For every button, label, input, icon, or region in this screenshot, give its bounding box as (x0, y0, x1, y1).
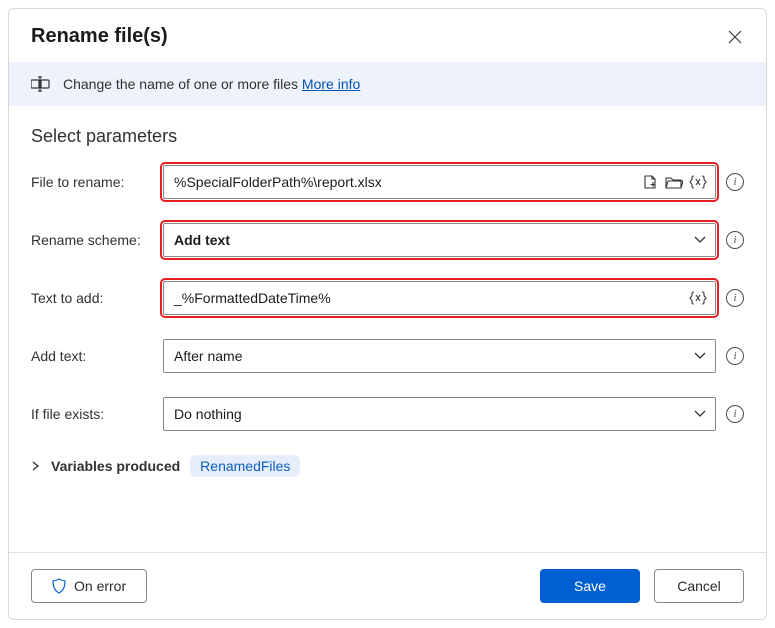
dialog-title: Rename file(s) (31, 25, 168, 48)
save-button[interactable]: Save (540, 569, 640, 603)
rename-icon (31, 76, 51, 92)
input-text-to-add[interactable]: _%FormattedDateTime% (163, 281, 716, 315)
input-file-to-rename[interactable]: %SpecialFolderPath%\report.xlsx (163, 165, 716, 199)
dialog-content: Select parameters File to rename: %Speci… (9, 106, 766, 552)
info-icon[interactable]: i (726, 289, 744, 307)
dialog-header: Rename file(s) (9, 9, 766, 62)
chevron-down-icon (693, 407, 707, 421)
chevron-right-icon (31, 461, 41, 471)
select-rename-scheme[interactable]: Add text (163, 223, 716, 257)
label-text-to-add: Text to add: (31, 290, 153, 306)
cancel-button[interactable]: Cancel (654, 569, 744, 603)
select-add-text[interactable]: After name (163, 339, 716, 373)
variable-chip[interactable]: RenamedFiles (190, 455, 300, 477)
variable-picker-icon[interactable] (689, 289, 707, 307)
file-picker-icon[interactable] (641, 173, 659, 191)
section-title: Select parameters (31, 126, 744, 147)
field-text-to-add: Text to add: _%FormattedDateTime% i (31, 281, 744, 315)
info-banner: Change the name of one or more files Mor… (9, 62, 766, 106)
variables-produced-label: Variables produced (51, 458, 180, 474)
info-icon[interactable]: i (726, 347, 744, 365)
info-icon[interactable]: i (726, 405, 744, 423)
field-rename-scheme: Rename scheme: Add text i (31, 223, 744, 257)
chevron-down-icon (693, 233, 707, 247)
field-file-to-rename: File to rename: %SpecialFolderPath%\repo… (31, 165, 744, 199)
chevron-down-icon (693, 349, 707, 363)
field-if-file-exists: If file exists: Do nothing i (31, 397, 744, 431)
on-error-button[interactable]: On error (31, 569, 147, 603)
variable-picker-icon[interactable] (689, 173, 707, 191)
field-add-text: Add text: After name i (31, 339, 744, 373)
label-if-file-exists: If file exists: (31, 406, 153, 422)
close-icon[interactable] (726, 28, 744, 46)
variables-produced[interactable]: Variables produced RenamedFiles (31, 455, 744, 477)
info-icon[interactable]: i (726, 231, 744, 249)
label-rename-scheme: Rename scheme: (31, 232, 153, 248)
dialog-footer: On error Save Cancel (9, 552, 766, 619)
more-info-link[interactable]: More info (302, 76, 360, 92)
banner-text: Change the name of one or more files Mor… (63, 76, 360, 92)
info-icon[interactable]: i (726, 173, 744, 191)
folder-picker-icon[interactable] (665, 173, 683, 191)
shield-icon (52, 578, 66, 594)
rename-files-dialog: Rename file(s) Change the name of one or… (8, 8, 767, 620)
label-add-text: Add text: (31, 348, 153, 364)
label-file-to-rename: File to rename: (31, 174, 153, 190)
select-if-file-exists[interactable]: Do nothing (163, 397, 716, 431)
